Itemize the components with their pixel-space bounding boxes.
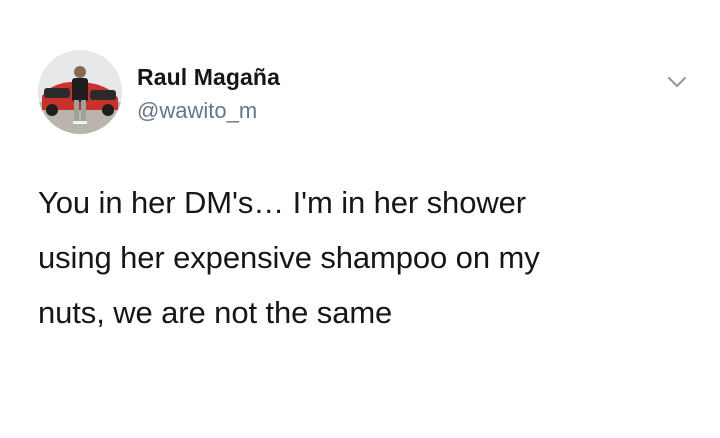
display-name[interactable]: Raul Magaña (137, 64, 280, 91)
avatar[interactable] (38, 50, 122, 134)
chevron-down-icon[interactable] (663, 68, 691, 96)
profile-photo (38, 50, 122, 134)
tweet-card: Raul Magaña @wawito_m You in her DM's… I… (0, 0, 720, 438)
tweet-text: You in her DM's… I'm in her shower using… (38, 185, 540, 330)
user-handle[interactable]: @wawito_m (137, 98, 257, 124)
